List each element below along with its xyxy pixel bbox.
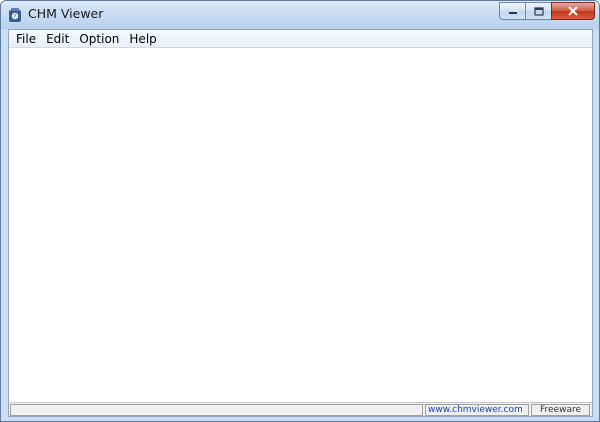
svg-text:?: ? (14, 14, 17, 20)
status-url-link[interactable]: www.chmviewer.com (425, 404, 529, 416)
menu-file[interactable]: File (11, 31, 41, 47)
menu-option[interactable]: Option (74, 31, 124, 47)
status-main-pane (10, 404, 423, 416)
maximize-button[interactable] (525, 2, 551, 20)
client-area: File Edit Option Help www.chmviewer.com … (8, 29, 593, 417)
menu-help[interactable]: Help (124, 31, 161, 47)
status-bar: www.chmviewer.com Freeware (9, 402, 592, 416)
minimize-icon (508, 12, 517, 14)
maximize-icon (533, 6, 544, 16)
close-button[interactable] (551, 2, 595, 20)
app-window: ? CHM Viewer File Edit Option Help www.c… (0, 0, 600, 422)
minimize-button[interactable] (499, 2, 525, 20)
document-view[interactable] (9, 49, 592, 402)
menu-edit[interactable]: Edit (41, 31, 74, 47)
title-bar[interactable]: ? CHM Viewer (1, 1, 599, 29)
status-license: Freeware (531, 404, 590, 416)
chm-app-icon: ? (9, 8, 21, 22)
window-title: CHM Viewer (28, 6, 104, 21)
close-icon (568, 6, 578, 16)
menu-bar: File Edit Option Help (9, 30, 592, 48)
caption-buttons (499, 2, 595, 20)
